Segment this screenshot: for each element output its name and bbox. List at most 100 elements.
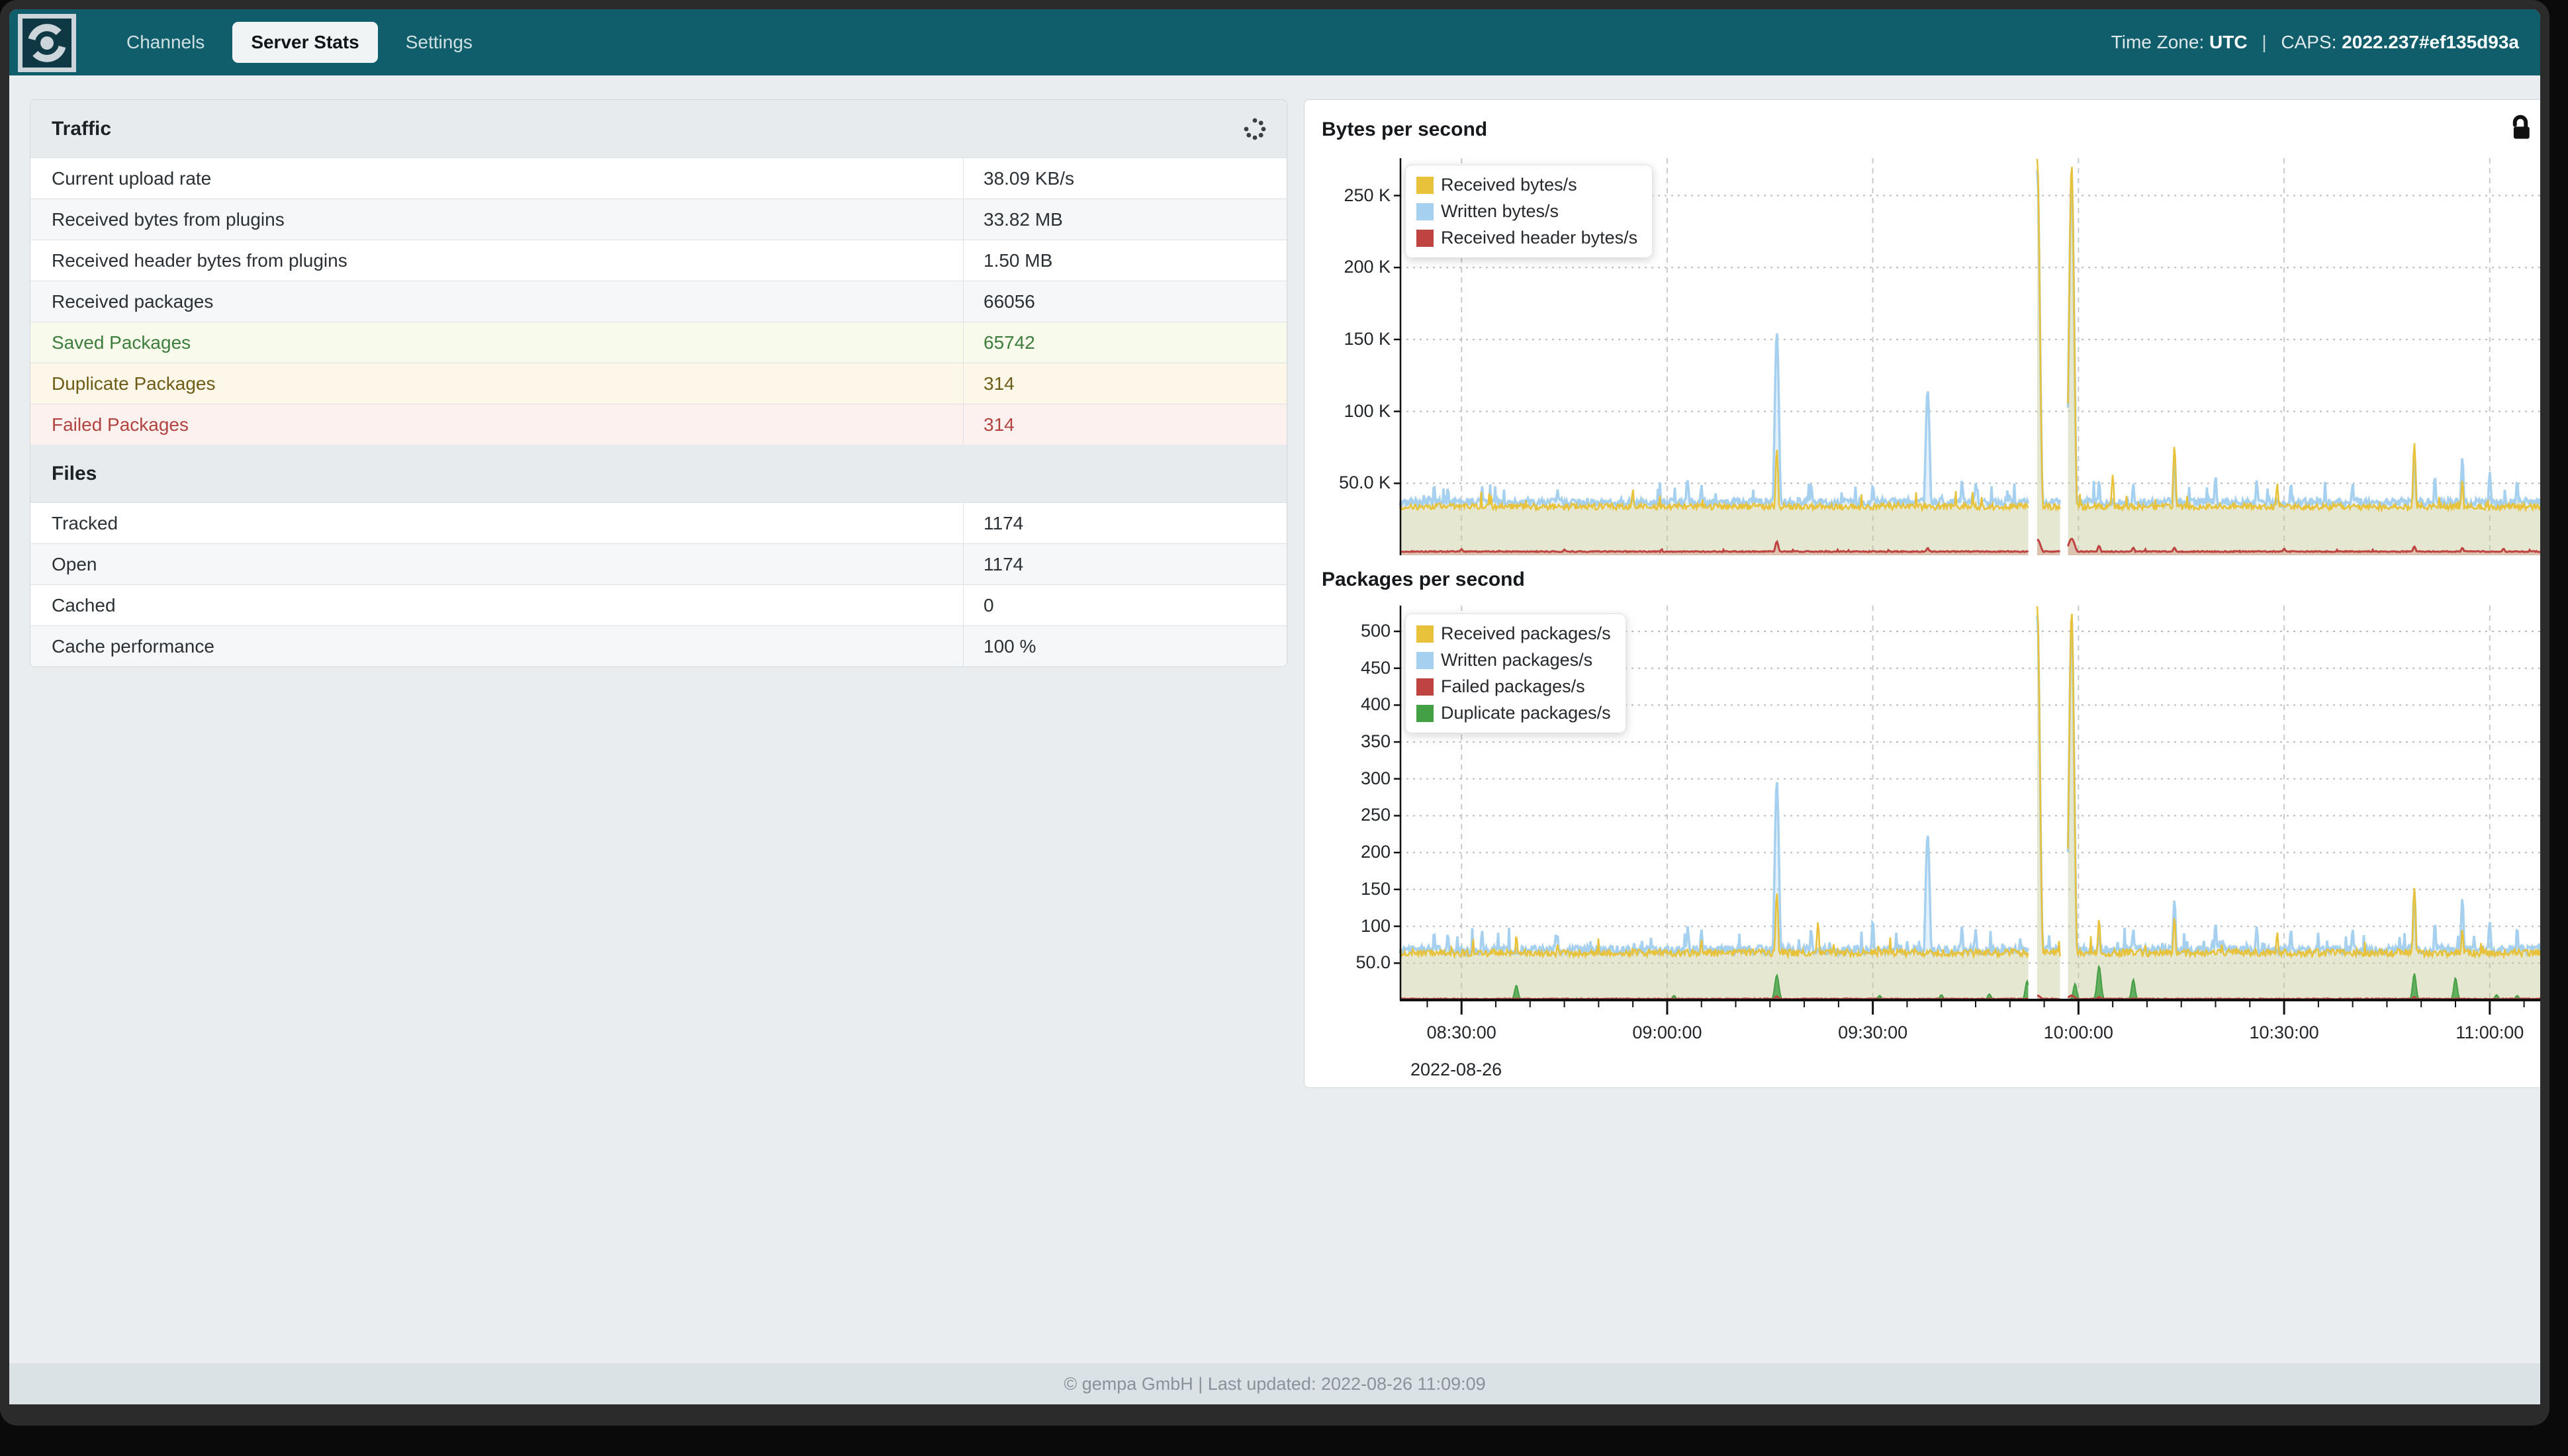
table-row-tracked: Tracked1174 bbox=[30, 502, 1287, 543]
packages-chart-legend: Received packages/s Written packages/s Fai… bbox=[1405, 614, 1626, 733]
footer-text: © gempa GmbH | Last updated: 2022-08-26 … bbox=[1064, 1374, 1485, 1394]
server-info: Time Zone: UTC | CAPS: 2022.237#ef135d93… bbox=[2111, 32, 2519, 53]
row-value: 314 bbox=[963, 404, 1287, 445]
legend-item-written-packages-s: Written packages/s bbox=[1416, 650, 1611, 670]
table-row-cache-performance: Cache performance100 % bbox=[30, 625, 1287, 666]
legend-swatch bbox=[1416, 652, 1434, 669]
table-row-received-packages: Received packages66056 bbox=[30, 281, 1287, 322]
table-row-received-bytes-from-plugins: Received bytes from plugins33.82 MB bbox=[30, 199, 1287, 240]
legend-label: Received packages/s bbox=[1441, 623, 1611, 644]
row-value: 0 bbox=[963, 585, 1287, 625]
row-label: Received packages bbox=[30, 281, 963, 322]
tab-server-stats[interactable]: Server Stats bbox=[232, 22, 377, 63]
legend-swatch bbox=[1416, 177, 1434, 194]
legend-item-duplicate-packages-s: Duplicate packages/s bbox=[1416, 703, 1611, 723]
row-value: 33.82 MB bbox=[963, 199, 1287, 240]
y-tick-label: 450 bbox=[1320, 658, 1391, 678]
tab-settings[interactable]: Settings bbox=[387, 22, 491, 63]
table-row-saved-packages: Saved Packages65742 bbox=[30, 322, 1287, 363]
row-label: Failed Packages bbox=[30, 404, 963, 445]
section-title: Traffic bbox=[52, 118, 111, 140]
y-tick-label: 100 K bbox=[1320, 401, 1391, 422]
legend-item-received-bytes-s: Received bytes/s bbox=[1416, 175, 1637, 195]
table-row-cached: Cached0 bbox=[30, 584, 1287, 625]
row-label: Tracked bbox=[30, 503, 963, 543]
packages-chart-title: Packages per second bbox=[1322, 569, 1525, 591]
table-row-open: Open1174 bbox=[30, 543, 1287, 584]
y-tick-label: 300 bbox=[1320, 768, 1391, 789]
legend-item-failed-packages-s: Failed packages/s bbox=[1416, 676, 1611, 697]
x-tick-label: 09:30:00 bbox=[1838, 1023, 1907, 1043]
app-window: Channels Server Stats Settings Time Zone… bbox=[0, 0, 2549, 1426]
y-tick-label: 100 bbox=[1320, 916, 1391, 936]
y-tick-label: 200 K bbox=[1320, 257, 1391, 277]
x-axis-date-label: 2022-08-26 bbox=[1410, 1060, 1502, 1080]
y-tick-label: 250 bbox=[1320, 805, 1391, 825]
row-label: Cached bbox=[30, 585, 963, 625]
x-tick-label: 10:00:00 bbox=[2044, 1023, 2113, 1043]
y-tick-label: 400 bbox=[1320, 694, 1391, 715]
row-value: 100 % bbox=[963, 626, 1287, 666]
row-value: 1174 bbox=[963, 503, 1287, 543]
legend-item-received-packages-s: Received packages/s bbox=[1416, 623, 1611, 644]
row-label: Received bytes from plugins bbox=[30, 199, 963, 240]
legend-swatch bbox=[1416, 230, 1434, 247]
legend-label: Received header bytes/s bbox=[1441, 228, 1637, 248]
legend-label: Duplicate packages/s bbox=[1441, 703, 1611, 723]
info-divider: | bbox=[2262, 32, 2266, 52]
timezone-label: Time Zone: bbox=[2111, 32, 2205, 52]
bytes-chart-legend: Received bytes/s Written bytes/s Received … bbox=[1405, 165, 1653, 258]
tab-channels[interactable]: Channels bbox=[108, 22, 223, 63]
padlock-open-icon[interactable] bbox=[2506, 113, 2535, 145]
section-header-files: Files bbox=[30, 445, 1287, 502]
x-tick-label: 09:00:00 bbox=[1632, 1023, 1702, 1043]
caps-version-label: CAPS: bbox=[2281, 32, 2336, 52]
charts-panel: Bytes per second Packages per second 50.… bbox=[1304, 99, 2549, 1088]
legend-swatch bbox=[1416, 705, 1434, 722]
caps-version-value: 2022.237#ef135d93a bbox=[2342, 32, 2519, 52]
row-label: Open bbox=[30, 544, 963, 584]
legend-label: Written bytes/s bbox=[1441, 201, 1559, 222]
row-label: Received header bytes from plugins bbox=[30, 240, 963, 281]
y-tick-label: 350 bbox=[1320, 731, 1391, 752]
y-tick-label: 150 K bbox=[1320, 329, 1391, 349]
y-tick-label: 500 bbox=[1320, 621, 1391, 641]
table-row-current-upload-rate: Current upload rate38.09 KB/s bbox=[30, 158, 1287, 199]
row-value: 66056 bbox=[963, 281, 1287, 322]
row-value: 1.50 MB bbox=[963, 240, 1287, 281]
legend-swatch bbox=[1416, 203, 1434, 220]
y-tick-label: 250 K bbox=[1320, 185, 1391, 206]
bytes-chart-title: Bytes per second bbox=[1322, 118, 1487, 141]
table-row-failed-packages: Failed Packages314 bbox=[30, 404, 1287, 445]
legend-item-written-bytes-s: Written bytes/s bbox=[1416, 201, 1637, 222]
y-tick-label: 200 bbox=[1320, 842, 1391, 862]
row-label: Current upload rate bbox=[30, 158, 963, 199]
legend-swatch bbox=[1416, 625, 1434, 643]
navbar: Channels Server Stats Settings Time Zone… bbox=[9, 9, 2540, 75]
row-value: 1174 bbox=[963, 544, 1287, 584]
row-value: 314 bbox=[963, 363, 1287, 404]
caps-logo-icon[interactable] bbox=[18, 14, 76, 72]
spinner-dots-icon bbox=[1242, 116, 1268, 142]
row-label: Saved Packages bbox=[30, 322, 963, 363]
row-value: 65742 bbox=[963, 322, 1287, 363]
legend-swatch bbox=[1416, 678, 1434, 696]
row-label: Duplicate Packages bbox=[30, 363, 963, 404]
legend-label: Failed packages/s bbox=[1441, 676, 1585, 697]
nav-tabs: Channels Server Stats Settings bbox=[108, 22, 491, 63]
timezone-value: UTC bbox=[2209, 32, 2248, 52]
y-tick-label: 150 bbox=[1320, 879, 1391, 899]
row-value: 38.09 KB/s bbox=[963, 158, 1287, 199]
footer: © gempa GmbH | Last updated: 2022-08-26 … bbox=[9, 1363, 2540, 1404]
table-row-duplicate-packages: Duplicate Packages314 bbox=[30, 363, 1287, 404]
legend-label: Received bytes/s bbox=[1441, 175, 1577, 195]
legend-label: Written packages/s bbox=[1441, 650, 1592, 670]
x-tick-label: 11:00:00 bbox=[2455, 1023, 2524, 1043]
table-row-received-header-bytes-from-plugins: Received header bytes from plugins1.50 M… bbox=[30, 240, 1287, 281]
y-tick-label: 50.0 K bbox=[1320, 473, 1391, 493]
row-label: Cache performance bbox=[30, 626, 963, 666]
section-title: Files bbox=[52, 463, 97, 485]
legend-item-received-header-bytes-s: Received header bytes/s bbox=[1416, 228, 1637, 248]
x-tick-label: 08:30:00 bbox=[1427, 1023, 1496, 1043]
x-tick-label: 10:30:00 bbox=[2250, 1023, 2319, 1043]
